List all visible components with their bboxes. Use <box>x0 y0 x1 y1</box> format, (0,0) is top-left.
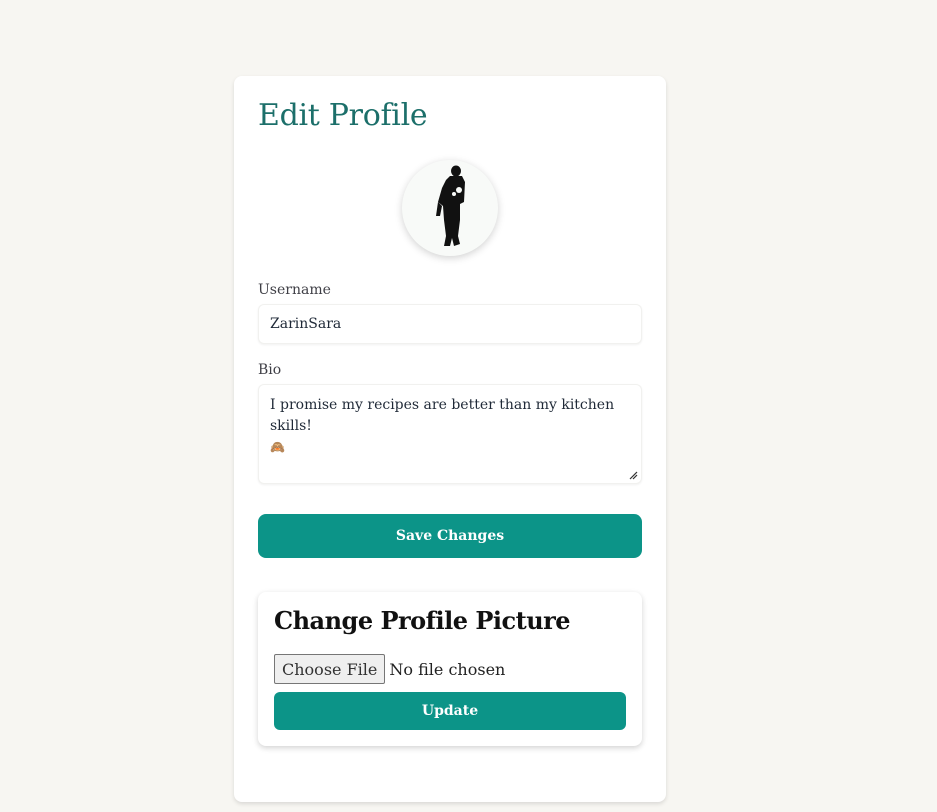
bio-text: I promise my recipes are better than my … <box>270 397 615 434</box>
file-input: Choose File No file chosen <box>274 654 505 684</box>
choose-file-button[interactable]: Choose File <box>274 654 386 684</box>
save-changes-button[interactable]: Save Changes <box>258 514 642 558</box>
change-picture-title: Change Profile Picture <box>274 606 571 635</box>
page-title: Edit Profile <box>258 98 428 133</box>
bio-label: Bio <box>258 362 282 378</box>
change-picture-section: Change Profile Picture Choose File No fi… <box>258 592 642 746</box>
file-status-text: No file chosen <box>389 659 506 679</box>
username-input[interactable]: ZarinSara <box>258 304 642 344</box>
bio-textarea[interactable]: I promise my recipes are better than my … <box>258 384 642 484</box>
username-label: Username <box>258 282 331 298</box>
update-button[interactable]: Update <box>274 692 626 730</box>
edit-profile-card: Edit Profile Username ZarinSara Bio I pr… <box>234 76 666 802</box>
avatar <box>402 160 498 256</box>
monkey-emoji-icon: 🙈 <box>270 440 285 454</box>
resize-handle-icon[interactable] <box>628 470 638 480</box>
avatar-image <box>436 165 465 246</box>
